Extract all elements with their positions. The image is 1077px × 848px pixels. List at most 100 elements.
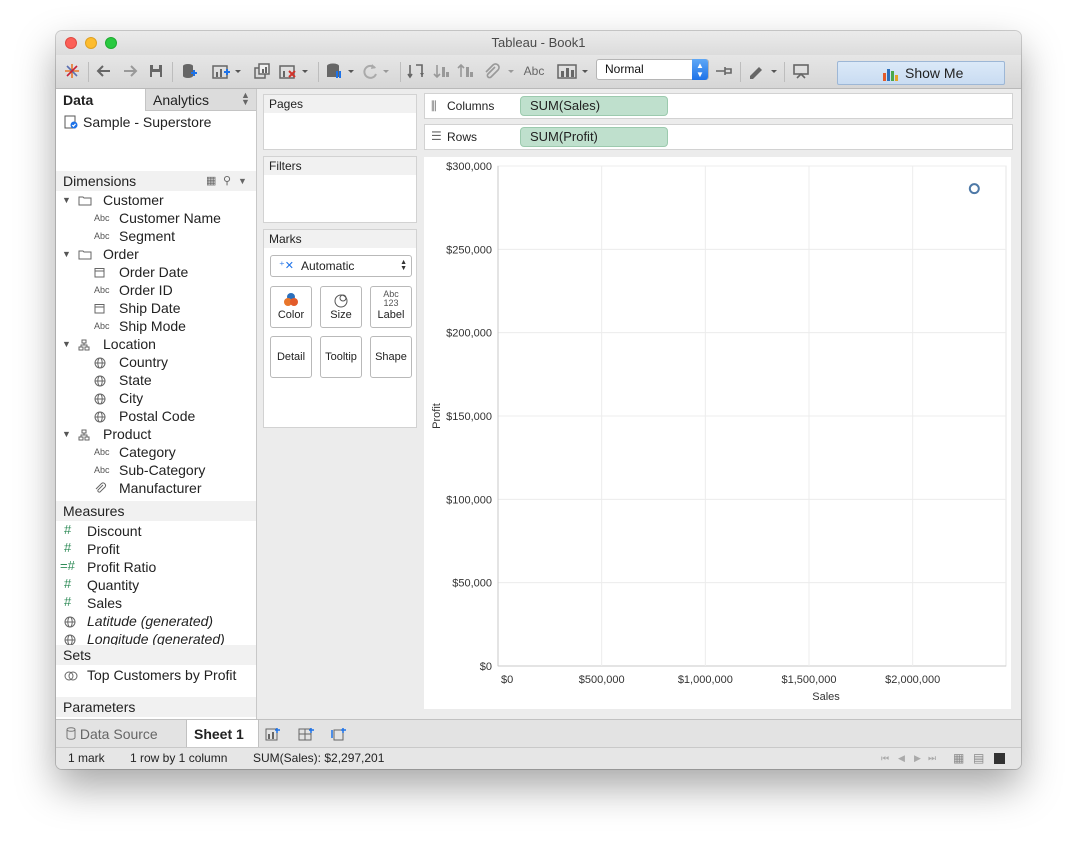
view-data-icon[interactable]: ▦: [206, 171, 216, 191]
new-worksheet-tab-icon[interactable]: [265, 720, 285, 748]
save-button[interactable]: [146, 60, 166, 82]
field-discount[interactable]: # Discount: [56, 522, 256, 541]
field-customer-name[interactable]: Abc Customer Name: [56, 210, 256, 228]
field-category[interactable]: Abc Category: [56, 444, 256, 462]
fix-axes-button[interactable]: [556, 60, 590, 82]
duplicate-sheet-button[interactable]: [252, 60, 274, 82]
collapse-triangle-icon[interactable]: ▼: [62, 429, 71, 439]
data-source-tab[interactable]: Data Source: [56, 720, 186, 748]
tableau-logo-icon[interactable]: [62, 60, 82, 82]
next-page-icon[interactable]: ▶: [914, 748, 921, 769]
new-worksheet-button[interactable]: [210, 60, 244, 82]
rows-shelf-icon: ☰: [431, 129, 442, 143]
abc-string-icon: Abc: [94, 285, 110, 295]
rows-shelf[interactable]: ☰ Rows SUM(Profit): [424, 124, 1013, 150]
field-customer[interactable]: ▼ Customer: [56, 192, 256, 210]
field-order[interactable]: ▼ Order: [56, 246, 256, 264]
field-label: Order ID: [119, 282, 173, 298]
highlight-button[interactable]: [746, 60, 780, 82]
field-state[interactable]: State: [56, 372, 256, 390]
columns-shelf[interactable]: ⫼ Columns SUM(Sales): [424, 93, 1013, 119]
field-top-customers-by-profit[interactable]: Top Customers by Profit: [56, 667, 256, 685]
new-story-tab-icon[interactable]: [331, 720, 351, 748]
refresh-button[interactable]: [362, 60, 392, 82]
tabs-view-icon[interactable]: [994, 753, 1005, 764]
group-members-button[interactable]: [482, 60, 518, 82]
sort-ascending-button[interactable]: [432, 60, 452, 82]
collapse-triangle-icon[interactable]: ▼: [62, 249, 71, 259]
minimize-window-button[interactable]: [85, 37, 97, 49]
field-profit-ratio[interactable]: =# Profit Ratio: [56, 558, 256, 577]
zoom-window-button[interactable]: [105, 37, 117, 49]
x-tick-label: $500,000: [579, 674, 625, 686]
x-tick-label: $2,000,000: [885, 674, 940, 686]
field-ship-mode[interactable]: Abc Ship Mode: [56, 318, 256, 336]
sheet-1-tab[interactable]: Sheet 1: [186, 720, 259, 748]
field-quantity[interactable]: # Quantity: [56, 576, 256, 595]
calendar-icon: [94, 268, 105, 278]
filters-card[interactable]: Filters: [263, 156, 417, 223]
color-button[interactable]: Color: [270, 286, 312, 328]
collapse-triangle-icon[interactable]: ▼: [62, 339, 71, 349]
redo-button[interactable]: [120, 60, 140, 82]
field-label: Location: [103, 336, 156, 352]
field-segment[interactable]: Abc Segment: [56, 228, 256, 246]
pane-menu-icon[interactable]: ▲ ▼: [241, 91, 250, 107]
detail-button[interactable]: Detail: [270, 336, 312, 378]
data-source-tab-label: Data Source: [79, 726, 158, 742]
first-page-icon[interactable]: ⏮: [881, 748, 889, 769]
field-latitude-generated[interactable]: Latitude (generated): [56, 613, 256, 631]
field-sales[interactable]: # Sales: [56, 594, 256, 613]
show-me-button[interactable]: Show Me: [837, 61, 1005, 85]
field-order-id[interactable]: Abc Order ID: [56, 282, 256, 300]
visualization-area[interactable]: $0 $50,000 $100,000 $150,000 $200,000 $250,00…: [424, 157, 1011, 709]
field-product[interactable]: ▼ Product: [56, 426, 256, 444]
abc-string-icon: Abc: [94, 447, 110, 457]
sum-profit-pill[interactable]: SUM(Profit): [520, 127, 668, 147]
sum-sales-pill[interactable]: SUM(Sales): [520, 96, 668, 116]
label-button[interactable]: Abc 123 Label: [370, 286, 412, 328]
field-postal-code[interactable]: Postal Code: [56, 408, 256, 426]
new-datasource-button[interactable]: [178, 60, 200, 82]
mark-type-value: Automatic: [301, 259, 355, 273]
close-window-button[interactable]: [65, 37, 77, 49]
pages-card[interactable]: Pages: [263, 94, 417, 150]
field-manufacturer[interactable]: Manufacturer: [56, 480, 256, 498]
show-mark-labels-button[interactable]: Abc: [522, 60, 546, 82]
scatter-chart[interactable]: $0 $50,000 $100,000 $150,000 $200,000 $250,00…: [424, 157, 1011, 709]
sort-descending-button[interactable]: [456, 60, 476, 82]
tab-data[interactable]: Data: [56, 89, 145, 111]
dimensions-menu-icon[interactable]: ▼: [238, 171, 247, 191]
mark-type-select[interactable]: ⁺✕ Automatic ▲ ▼: [270, 255, 412, 277]
globe-icon: [94, 393, 106, 405]
fit-mode-select[interactable]: Normal ▲ ▼: [596, 59, 709, 80]
pin-icon[interactable]: [714, 60, 734, 82]
field-city[interactable]: City: [56, 390, 256, 408]
shape-button[interactable]: Shape: [370, 336, 412, 378]
new-dashboard-tab-icon[interactable]: [298, 720, 318, 748]
field-profit[interactable]: # Profit: [56, 540, 256, 559]
last-page-icon[interactable]: ⏭: [928, 748, 936, 769]
undo-button[interactable]: [94, 60, 114, 82]
presentation-mode-button[interactable]: [790, 60, 812, 82]
pause-updates-button[interactable]: [324, 60, 356, 82]
collapse-triangle-icon[interactable]: ▼: [62, 195, 71, 205]
size-button[interactable]: Size: [320, 286, 362, 328]
field-location[interactable]: ▼ Location: [56, 336, 256, 354]
field-order-date[interactable]: Order Date: [56, 264, 256, 282]
filmstrip-icon[interactable]: ▤: [973, 748, 984, 769]
field-sub-category[interactable]: Abc Sub-Category: [56, 462, 256, 480]
field-country[interactable]: Country: [56, 354, 256, 372]
field-label: Latitude (generated): [87, 613, 214, 629]
tooltip-button[interactable]: Tooltip: [320, 336, 362, 378]
y-tick-label: $200,000: [446, 328, 492, 340]
sheet-sorter-icon[interactable]: ▦: [953, 748, 964, 769]
datasource-item[interactable]: Sample - Superstore: [64, 114, 211, 130]
field-ship-date[interactable]: Ship Date: [56, 300, 256, 318]
clear-sheet-button[interactable]: [278, 60, 310, 82]
previous-page-icon[interactable]: ◀: [898, 748, 905, 769]
swap-rows-columns-button[interactable]: [406, 60, 426, 82]
search-icon[interactable]: ⚲: [223, 171, 231, 191]
field-label: Discount: [87, 523, 142, 539]
field-label: Ship Mode: [119, 318, 186, 334]
